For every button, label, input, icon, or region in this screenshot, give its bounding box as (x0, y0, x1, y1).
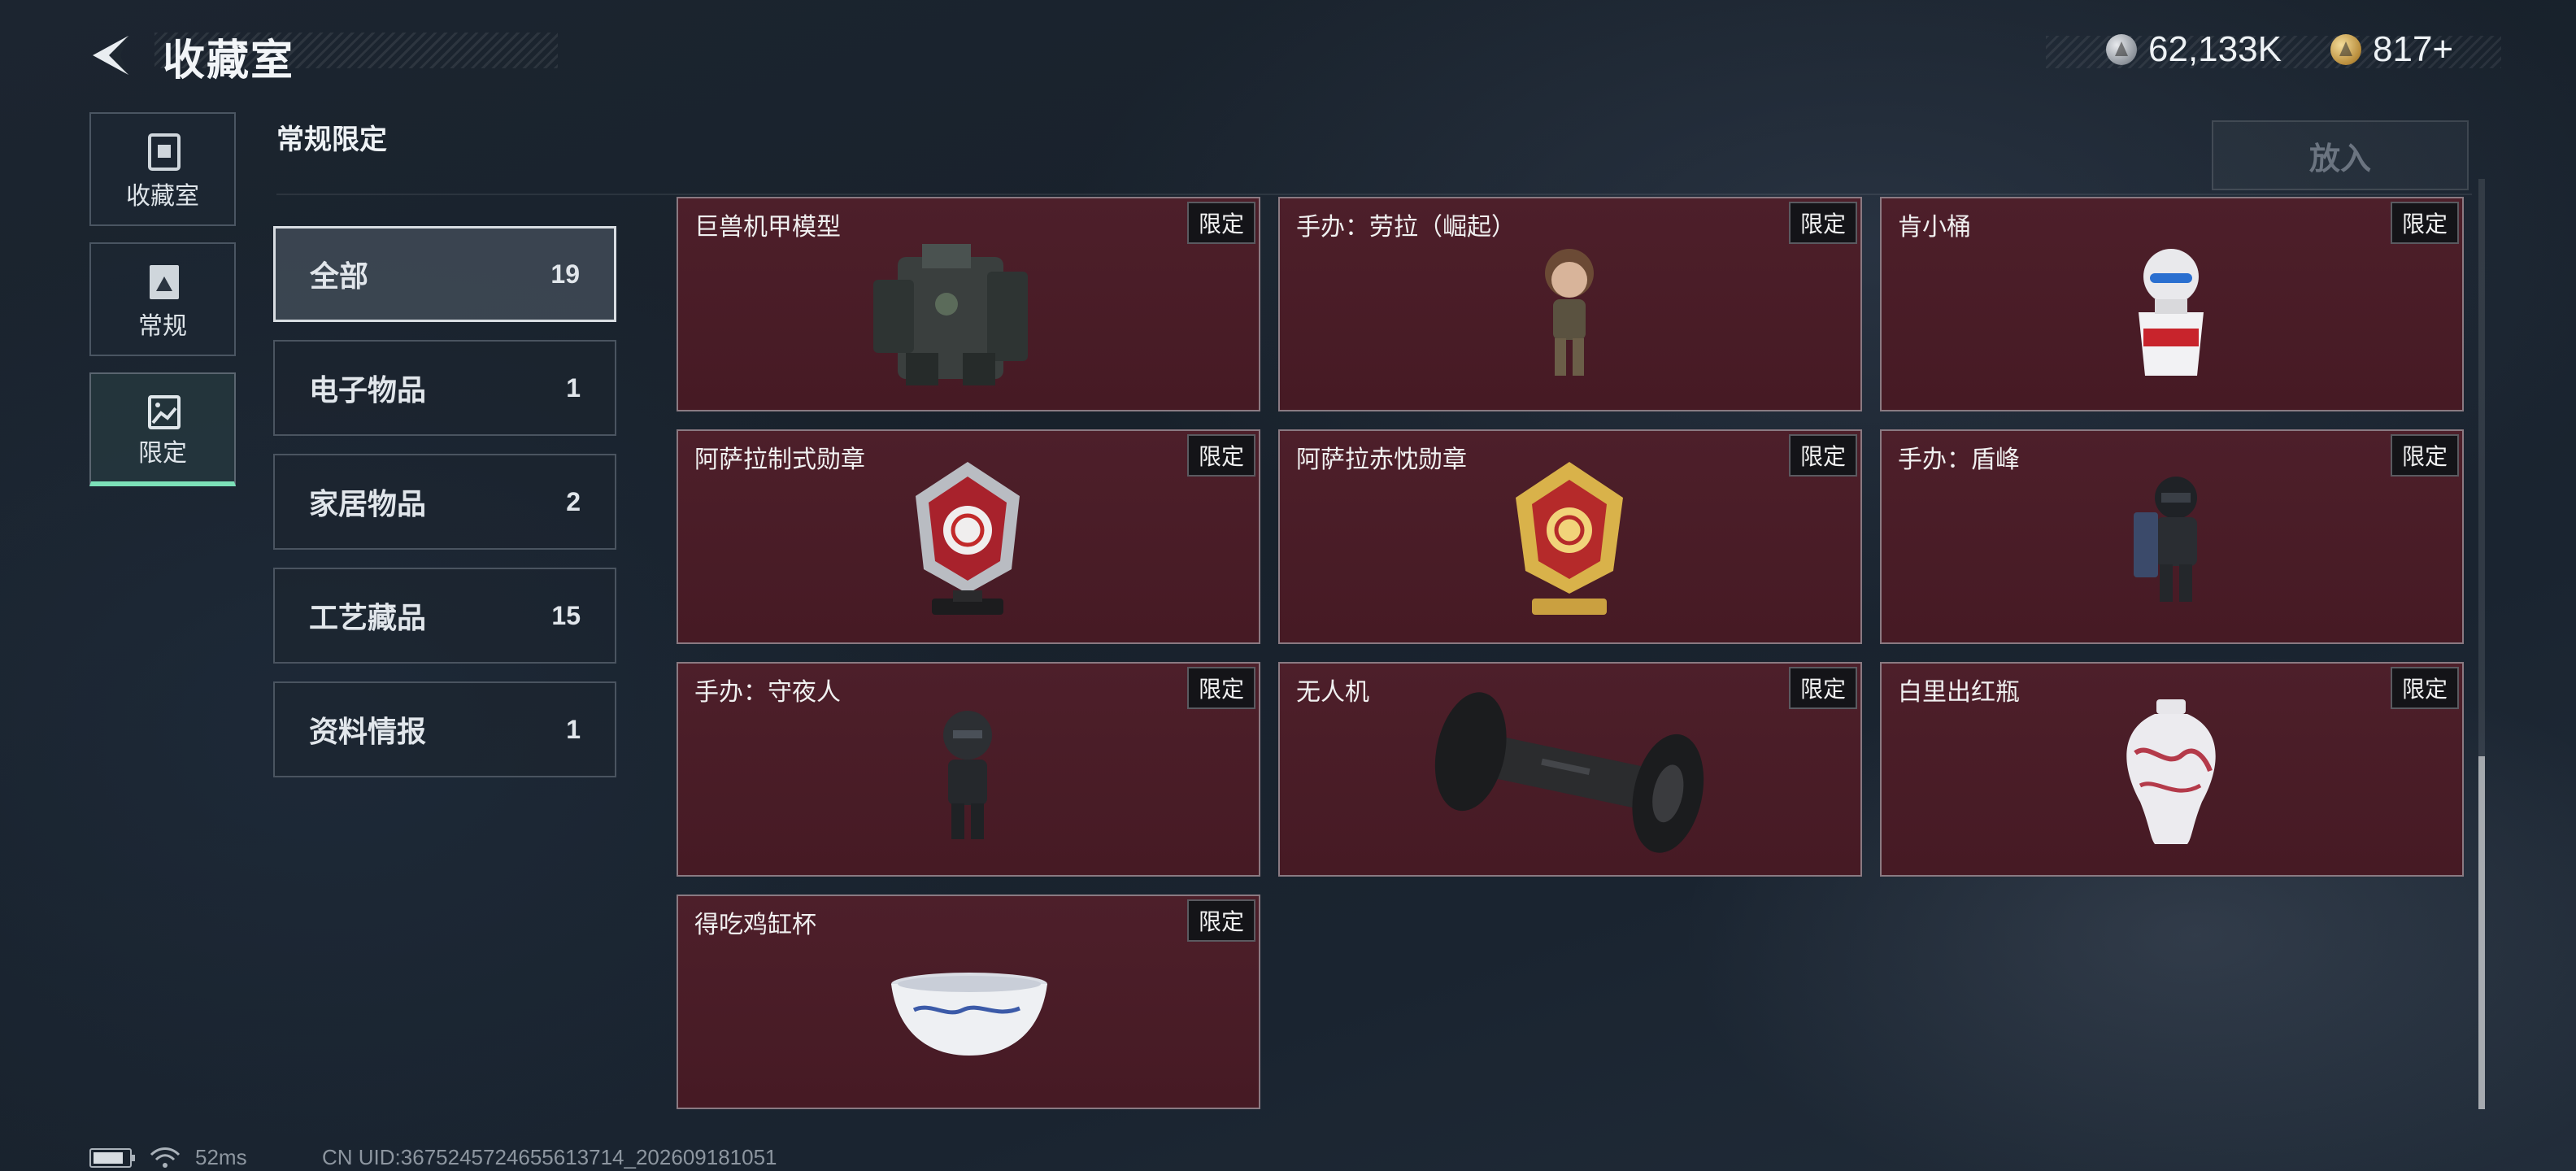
category-name: 全部 (310, 259, 369, 293)
item-card-silver-medal[interactable]: 阿萨拉制式勋章 限定 (677, 429, 1260, 644)
rail-item-label: 限定 (138, 440, 187, 467)
limited-badge: 限定 (1788, 202, 1857, 244)
wifi-icon (150, 1147, 181, 1168)
category-name: 工艺藏品 (309, 601, 427, 634)
item-name: 白里出红瓶 (1898, 679, 2020, 706)
put-in-button[interactable]: 放入 (2212, 120, 2469, 190)
page-title: 收藏室 (163, 37, 295, 85)
item-card-drone[interactable]: 无人机 限定 (1278, 662, 1862, 877)
item-card-gold-medal[interactable]: 阿萨拉赤忱勋章 限定 (1278, 429, 1862, 644)
category-count: 15 (551, 600, 581, 630)
item-card-figure-shield[interactable]: 手办：盾峰 限定 (1880, 429, 2464, 644)
item-card-porcelain-cup[interactable]: 得吃鸡缸杯 限定 (677, 895, 1260, 1109)
limited-badge: 限定 (2390, 202, 2459, 244)
category-count: 1 (566, 714, 581, 744)
rail-item-limited[interactable]: 限定 (89, 372, 236, 486)
category-count: 2 (566, 486, 581, 516)
item-card-figure-nightwatch[interactable]: 手办：守夜人 限定 (677, 662, 1260, 877)
status-bar: 52ms (89, 1145, 247, 1170)
uid-text: CN UID:3675245724655613714_202609181051 (322, 1145, 777, 1169)
section-title: 常规限定 (276, 124, 387, 155)
limited-badge: 限定 (2390, 434, 2459, 477)
currency-gold[interactable]: 817+ (2330, 29, 2453, 70)
silver-coin-icon (2106, 34, 2137, 65)
category-count: 19 (550, 259, 580, 289)
item-name: 阿萨拉赤忱勋章 (1296, 446, 1467, 473)
item-name: 阿萨拉制式勋章 (694, 446, 865, 473)
category-electronics[interactable]: 电子物品 1 (273, 340, 616, 436)
limited-badge: 限定 (1788, 434, 1857, 477)
limited-badge: 限定 (1788, 667, 1857, 709)
limited-badge: 限定 (1186, 202, 1255, 244)
currency-silver-value: 62,133K (2148, 29, 2282, 69)
currency-silver[interactable]: 62,133K (2106, 29, 2282, 70)
category-crafts[interactable]: 工艺藏品 15 (273, 568, 616, 664)
category-name: 资料情报 (309, 715, 427, 748)
rail-item-label: 收藏室 (126, 183, 199, 210)
divider (276, 194, 2472, 195)
limited-badge: 限定 (1186, 434, 1255, 477)
item-card-kfc-bucket[interactable]: 肯小桶 限定 (1880, 197, 2464, 411)
limited-badge: 限定 (1186, 667, 1255, 709)
category-name: 电子物品 (309, 373, 427, 407)
item-name: 手办：守夜人 (694, 679, 841, 706)
category-all[interactable]: 全部 19 (273, 226, 616, 322)
item-name: 得吃鸡缸杯 (694, 912, 816, 938)
item-card-porcelain-vase[interactable]: 白里出红瓶 限定 (1880, 662, 2464, 877)
item-card-figure-lara[interactable]: 手办：劳拉（崛起） 限定 (1278, 197, 1862, 411)
item-name: 无人机 (1296, 679, 1369, 706)
category-intel[interactable]: 资料情报 1 (273, 681, 616, 777)
rail-item-regular[interactable]: 常规 (89, 242, 236, 356)
battery-icon (89, 1147, 135, 1168)
category-count: 1 (566, 372, 581, 403)
item-name: 手办：劳拉（崛起） (1296, 214, 1516, 241)
back-button[interactable] (88, 31, 137, 80)
landscape-icon (148, 395, 181, 429)
back-arrow-icon (93, 36, 128, 75)
scrollbar-thumb[interactable] (2478, 756, 2485, 1109)
ping-value: 52ms (195, 1145, 247, 1169)
item-name: 巨兽机甲模型 (694, 214, 841, 241)
category-name: 家居物品 (309, 487, 427, 520)
rail-item-storage[interactable]: 收藏室 (89, 112, 236, 226)
item-name: 手办：盾峰 (1898, 446, 2020, 473)
category-home[interactable]: 家居物品 2 (273, 454, 616, 550)
limited-badge: 限定 (1186, 899, 1255, 942)
image-frame-icon (150, 265, 179, 299)
rail-item-label: 常规 (138, 313, 187, 340)
storage-box-icon (148, 133, 181, 171)
item-card-mech-model[interactable]: 巨兽机甲模型 限定 (677, 197, 1260, 411)
gold-coin-icon (2330, 34, 2361, 65)
limited-badge: 限定 (2390, 667, 2459, 709)
item-name: 肯小桶 (1898, 214, 1971, 241)
currency-gold-value: 817+ (2373, 29, 2454, 69)
